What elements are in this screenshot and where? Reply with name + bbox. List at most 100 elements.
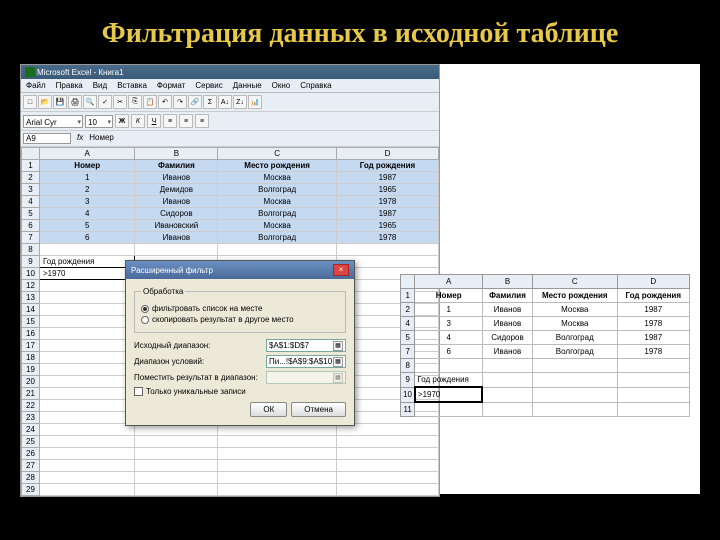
row-header[interactable]: 5 xyxy=(401,331,415,345)
cell[interactable]: Волгоград xyxy=(532,345,617,359)
cell[interactable]: Демидов xyxy=(135,184,218,196)
cell[interactable] xyxy=(336,244,438,256)
cell[interactable]: 4 xyxy=(40,208,135,220)
cell[interactable] xyxy=(40,316,135,328)
cell[interactable]: Место рождения xyxy=(218,160,337,172)
row-header[interactable]: 23 xyxy=(22,412,40,424)
cell[interactable]: 1965 xyxy=(336,184,438,196)
cell[interactable] xyxy=(40,376,135,388)
criteria-range-input[interactable]: Пи...!$A$9:$A$10▦ xyxy=(266,355,346,368)
sum-icon[interactable]: Σ xyxy=(203,95,217,109)
cell[interactable] xyxy=(336,448,438,460)
cell[interactable]: 1978 xyxy=(617,345,689,359)
cell[interactable]: Москва xyxy=(532,303,617,317)
cell[interactable] xyxy=(135,448,218,460)
cancel-button[interactable]: Отмена xyxy=(291,402,346,417)
row-header[interactable]: 18 xyxy=(22,352,40,364)
cell[interactable]: Ивановский xyxy=(135,220,218,232)
row-header[interactable]: 1 xyxy=(401,289,415,303)
cell[interactable]: 1965 xyxy=(336,220,438,232)
menu-Сервис[interactable]: Сервис xyxy=(192,80,225,91)
cell[interactable] xyxy=(40,460,135,472)
row-header[interactable]: 24 xyxy=(22,424,40,436)
row-header[interactable]: 11 xyxy=(401,402,415,416)
cell[interactable]: 5 xyxy=(40,220,135,232)
row-header[interactable]: 14 xyxy=(22,304,40,316)
cell[interactable] xyxy=(482,373,532,388)
name-box[interactable]: A9 xyxy=(23,133,71,144)
cell[interactable] xyxy=(40,472,135,484)
size-combo[interactable]: 10 xyxy=(85,115,113,128)
cell[interactable]: >1970 xyxy=(415,387,483,402)
cell[interactable]: Иванов xyxy=(482,303,532,317)
cell[interactable]: 2 xyxy=(40,184,135,196)
toolbar-format[interactable]: Arial Cyr 10 Ж К Ч ≡ ≡ ≡ xyxy=(21,112,439,131)
preview-icon[interactable]: 🔍 xyxy=(83,95,97,109)
row-header[interactable]: 21 xyxy=(22,388,40,400)
menubar[interactable]: ФайлПравкаВидВставкаФорматСервисДанныеОк… xyxy=(21,79,439,93)
cell[interactable] xyxy=(40,292,135,304)
cell[interactable] xyxy=(482,387,532,402)
row-header[interactable]: 8 xyxy=(401,359,415,373)
cell[interactable]: 1978 xyxy=(617,317,689,331)
cell[interactable]: 1 xyxy=(40,172,135,184)
cell[interactable]: 6 xyxy=(40,232,135,244)
cell[interactable]: >1970 xyxy=(40,268,135,280)
cell[interactable]: Москва xyxy=(218,196,337,208)
col-header[interactable]: C xyxy=(218,148,337,160)
fx-icon[interactable]: fx xyxy=(73,131,87,146)
cell[interactable] xyxy=(617,359,689,373)
cell[interactable]: Иванов xyxy=(135,172,218,184)
row-header[interactable]: 26 xyxy=(22,448,40,460)
cell[interactable] xyxy=(532,373,617,388)
row-header[interactable]: 17 xyxy=(22,340,40,352)
menu-Формат[interactable]: Формат xyxy=(154,80,188,91)
cell[interactable] xyxy=(532,387,617,402)
cell[interactable]: Фамилия xyxy=(482,289,532,303)
menu-Справка[interactable]: Справка xyxy=(297,80,334,91)
open-icon[interactable]: 📂 xyxy=(38,95,52,109)
row-header[interactable]: 20 xyxy=(22,376,40,388)
redo-icon[interactable]: ↷ xyxy=(173,95,187,109)
cell[interactable]: 1987 xyxy=(617,303,689,317)
toolbar-standard[interactable]: □📂💾🖨🔍✓✂⎘📋↶↷🔗ΣA↓Z↓📊 xyxy=(21,93,439,112)
cell[interactable] xyxy=(40,436,135,448)
row-header[interactable]: 13 xyxy=(22,292,40,304)
row-header[interactable]: 10 xyxy=(22,268,40,280)
source-range-input[interactable]: $A$1:$D$7▦ xyxy=(266,339,346,352)
cell[interactable] xyxy=(40,400,135,412)
row-header[interactable]: 27 xyxy=(22,460,40,472)
row-header[interactable]: 22 xyxy=(22,400,40,412)
cell[interactable] xyxy=(617,387,689,402)
cell[interactable]: Иванов xyxy=(135,232,218,244)
row-header[interactable]: 6 xyxy=(22,220,40,232)
cell[interactable] xyxy=(40,244,135,256)
cell[interactable] xyxy=(617,373,689,388)
cell[interactable]: Номер xyxy=(40,160,135,172)
cell[interactable] xyxy=(218,436,337,448)
cell[interactable]: Иванов xyxy=(135,196,218,208)
cell[interactable]: Волгоград xyxy=(532,331,617,345)
align-left-icon[interactable]: ≡ xyxy=(163,114,177,128)
underline-icon[interactable]: Ч xyxy=(147,114,161,128)
spell-icon[interactable]: ✓ xyxy=(98,95,112,109)
unique-checkbox[interactable]: Только уникальные записи xyxy=(134,387,346,396)
row-header[interactable]: 9 xyxy=(401,373,415,388)
row-header[interactable]: 10 xyxy=(401,387,415,402)
row-header[interactable]: 16 xyxy=(22,328,40,340)
col-header[interactable] xyxy=(401,275,415,289)
cell[interactable]: Сидоров xyxy=(135,208,218,220)
row-header[interactable]: 15 xyxy=(22,316,40,328)
paste-icon[interactable]: 📋 xyxy=(143,95,157,109)
cell[interactable] xyxy=(336,436,438,448)
col-header[interactable] xyxy=(22,148,40,160)
cell[interactable] xyxy=(40,412,135,424)
row-header[interactable]: 2 xyxy=(22,172,40,184)
ok-button[interactable]: ОК xyxy=(250,402,287,417)
row-header[interactable]: 19 xyxy=(22,364,40,376)
cell[interactable] xyxy=(40,448,135,460)
formula-value[interactable]: Номер xyxy=(87,131,116,146)
cell[interactable]: Москва xyxy=(218,220,337,232)
cell[interactable] xyxy=(532,359,617,373)
cell[interactable]: Москва xyxy=(532,317,617,331)
